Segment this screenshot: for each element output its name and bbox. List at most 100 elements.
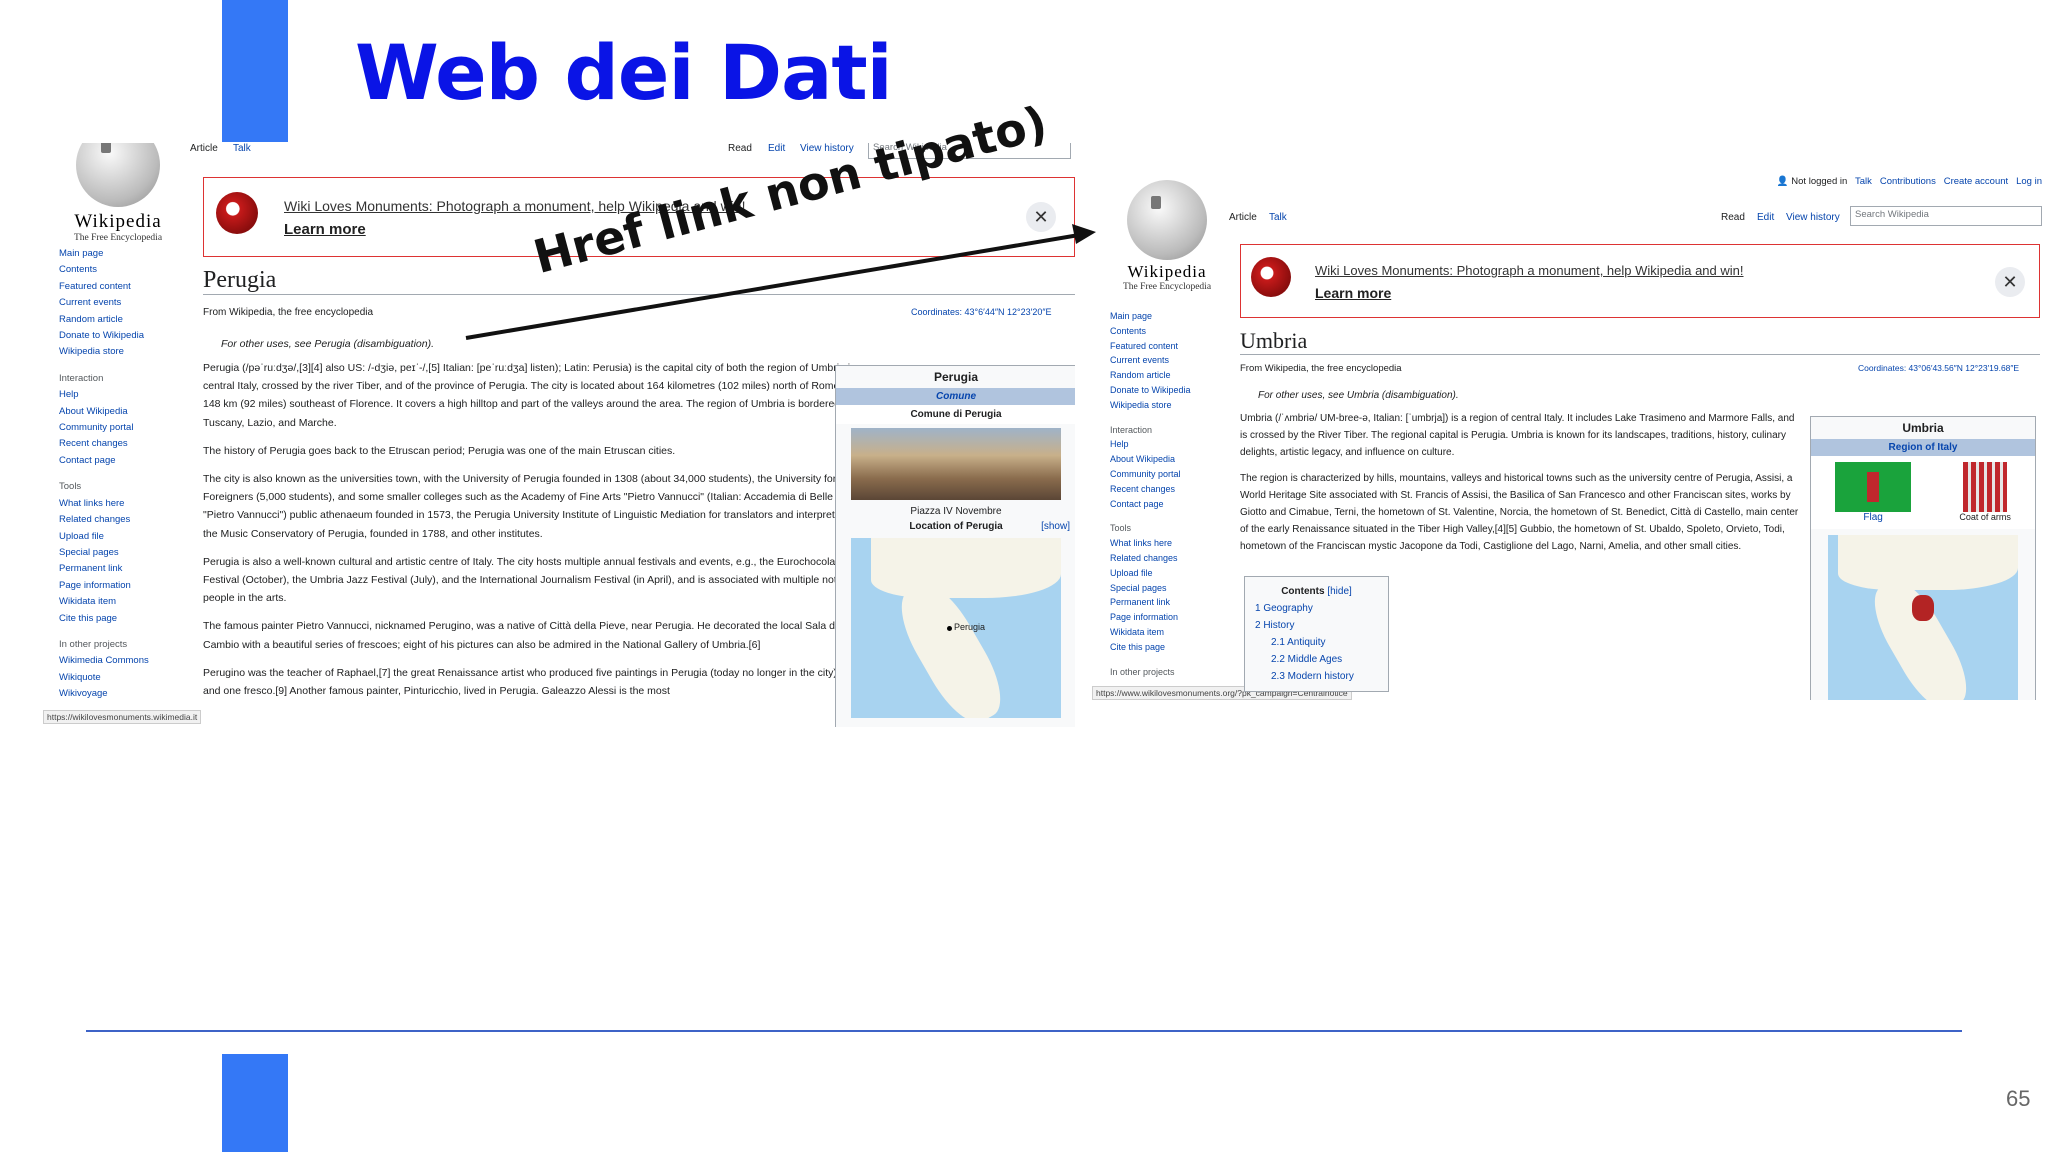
infobox-row: Comune di Perugia xyxy=(836,405,1075,424)
sidebar-link[interactable]: Related changes xyxy=(1110,551,1230,566)
paragraph: The history of Perugia goes back to the … xyxy=(203,444,676,457)
sidebar-link[interactable]: Help xyxy=(59,387,194,403)
sidebar-heading-tools: Tools xyxy=(1110,523,1132,534)
footer-divider xyxy=(86,1030,1962,1032)
tab-talk[interactable]: Talk xyxy=(233,143,251,154)
tab-edit[interactable]: Edit xyxy=(1757,212,1774,223)
sidebar-link[interactable]: Wikivoyage xyxy=(59,686,194,702)
sidebar-link[interactable]: Related changes xyxy=(59,512,194,528)
sidebar-link[interactable]: Page information xyxy=(1110,610,1230,625)
sidebar-link[interactable]: Donate to Wikipedia xyxy=(59,328,194,344)
close-icon[interactable]: ✕ xyxy=(1995,267,2025,297)
umbria-highlight xyxy=(1912,595,1934,621)
tab-view-history[interactable]: View history xyxy=(1786,212,1840,223)
sidebar-link[interactable]: About Wikipedia xyxy=(1110,452,1230,467)
sidebar-link[interactable]: What links here xyxy=(1110,536,1230,551)
sidebar-link[interactable]: Permanent link xyxy=(59,561,194,577)
create-account-link[interactable]: Create account xyxy=(1944,176,2008,187)
italy-map[interactable]: Perugia xyxy=(851,538,1061,718)
sidebar-link[interactable]: Upload file xyxy=(1110,566,1230,581)
not-logged-in: Not logged in xyxy=(1791,176,1848,187)
sidebar-link[interactable]: Community portal xyxy=(59,420,194,436)
tab-article[interactable]: Article xyxy=(1229,212,1257,223)
toc-hide-toggle[interactable]: [hide] xyxy=(1327,586,1351,597)
sidebar-link[interactable]: Contact page xyxy=(1110,497,1230,512)
sidebar-link[interactable]: Main page xyxy=(59,246,194,262)
coordinates[interactable]: Coordinates: 43°6′44″N 12°23′20″E xyxy=(911,307,1052,317)
sidebar-link[interactable]: Page information xyxy=(59,578,194,594)
toc-item[interactable]: 1 Geography xyxy=(1255,600,1378,617)
wikipedia-logo[interactable]: Wikipedia The Free Encyclopedia xyxy=(53,143,183,243)
flag-caption[interactable]: Flag xyxy=(1863,512,1882,523)
status-url: https://wikilovesmonuments.wikimedia.it xyxy=(43,710,202,724)
toc-header: Contents [hide] xyxy=(1255,583,1378,600)
italy-map[interactable] xyxy=(1828,535,2018,700)
flag-emblem xyxy=(1867,472,1880,502)
coat-of-arms[interactable] xyxy=(1963,462,2008,512)
banner-learn-more-link[interactable]: Learn more xyxy=(284,221,366,238)
sidebar-link[interactable]: Featured content xyxy=(1110,339,1230,354)
toc-item[interactable]: 2 History xyxy=(1255,617,1378,634)
search-input[interactable]: Search Wikipedia xyxy=(1850,206,2042,226)
sidebar-link[interactable]: Wikidata item xyxy=(1110,625,1230,640)
personal-talk-link[interactable]: Talk xyxy=(1855,176,1872,187)
sidebar-heading-interaction: Interaction xyxy=(59,372,104,384)
tab-edit[interactable]: Edit xyxy=(768,143,785,154)
sidebar-link[interactable]: Community portal xyxy=(1110,467,1230,482)
login-link[interactable]: Log in xyxy=(2016,176,2042,187)
toc-item[interactable]: 2.3 Modern history xyxy=(1255,668,1378,685)
sidebar-link[interactable]: About Wikipedia xyxy=(59,404,194,420)
sidebar-link[interactable]: Donate to Wikipedia xyxy=(1110,383,1230,398)
coordinates[interactable]: Coordinates: 43°06′43.56″N 12°23′19.68″E xyxy=(1858,363,2019,373)
sidebar-link[interactable]: Featured content xyxy=(59,279,194,295)
tab-talk[interactable]: Talk xyxy=(1269,212,1287,223)
banner-message-link[interactable]: Wiki Loves Monuments: Photograph a monum… xyxy=(1315,263,1744,278)
piazza-photo[interactable] xyxy=(851,428,1061,500)
close-icon[interactable]: ✕ xyxy=(1026,202,1056,232)
contributions-link[interactable]: Contributions xyxy=(1880,176,1936,187)
banner-learn-more-link[interactable]: Learn more xyxy=(1315,285,1391,301)
sidebar-link[interactable]: Random article xyxy=(59,312,194,328)
sidebar-link[interactable]: Special pages xyxy=(1110,581,1230,596)
sidebar-link[interactable]: Random article xyxy=(1110,368,1230,383)
sidebar-link[interactable]: Recent changes xyxy=(1110,482,1230,497)
photo-caption: Piazza IV Novembre xyxy=(910,506,1002,517)
sidebar-link[interactable]: Wikiquote xyxy=(59,670,194,686)
sidebar-link[interactable]: Cite this page xyxy=(1110,640,1230,655)
toc-item[interactable]: 2.2 Middle Ages xyxy=(1255,651,1378,668)
sidebar-link[interactable]: Upload file xyxy=(59,529,194,545)
sidebar-link[interactable]: Current events xyxy=(59,295,194,311)
hatnote: For other uses, see Perugia (disambiguat… xyxy=(221,338,435,350)
paragraph: Umbria (/ˈʌmbriə/ UM-bree-ə, Italian: [ˈ… xyxy=(1240,413,1795,458)
sidebar-heading-tools: Tools xyxy=(59,481,82,493)
flag-cell: Flag xyxy=(1835,462,1912,523)
sidebar-link[interactable]: Wikipedia store xyxy=(1110,398,1230,413)
sidebar-link[interactable]: Wikimedia Commons xyxy=(59,653,194,669)
sidebar-link[interactable]: Contact page xyxy=(59,453,194,469)
sidebar-link[interactable]: Cite this page xyxy=(59,611,194,627)
show-toggle[interactable]: [show] xyxy=(1041,521,1070,532)
infobox-subtitle[interactable]: Region of Italy xyxy=(1811,439,2035,456)
infobox-subtitle[interactable]: Comune xyxy=(836,388,1075,405)
campaign-banner: Wiki Loves Monuments: Photograph a monum… xyxy=(1240,244,2040,318)
wikipedia-logo[interactable]: Wikipedia The Free Encyclopedia xyxy=(1102,180,1232,292)
sidebar-link[interactable]: Wikidata item xyxy=(59,594,194,610)
sidebar-link[interactable]: Special pages xyxy=(59,545,194,561)
sidebar-link[interactable]: What links here xyxy=(59,496,194,512)
sidebar-link[interactable]: Current events xyxy=(1110,353,1230,368)
sidebar-link[interactable]: Contents xyxy=(1110,324,1230,339)
sidebar-link[interactable]: Permanent link xyxy=(1110,595,1230,610)
sidebar-link[interactable]: Wikipedia store xyxy=(59,344,194,360)
article-body: Umbria (/ˈʌmbriə/ UM-bree-ə, Italian: [ˈ… xyxy=(1240,411,1802,565)
umbria-flag[interactable] xyxy=(1835,462,1912,512)
toc-item[interactable]: 2.1 Antiquity xyxy=(1255,634,1378,651)
screenshot-umbria: 👤 Not logged in Talk Contributions Creat… xyxy=(1092,168,2046,700)
sidebar-link[interactable]: Recent changes xyxy=(59,436,194,452)
tab-read[interactable]: Read xyxy=(728,143,752,154)
tab-read[interactable]: Read xyxy=(1721,212,1745,223)
tab-article[interactable]: Article xyxy=(190,143,218,154)
infobox: Perugia Comune Comune di Perugia Piazza … xyxy=(835,365,1075,727)
sidebar-link[interactable]: Main page xyxy=(1110,309,1230,324)
sidebar-link[interactable]: Contents xyxy=(59,262,194,278)
sidebar-link[interactable]: Help xyxy=(1110,437,1230,452)
